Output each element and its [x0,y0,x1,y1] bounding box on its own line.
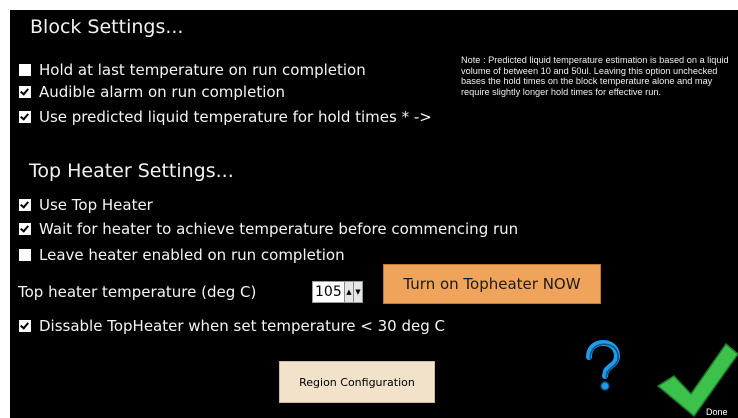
checkbox-label: Wait for heater to achieve temperature b… [39,220,519,238]
top-heater-settings-title: Top Heater Settings... [29,160,234,182]
checkbox-label: Audible alarm on run completion [39,83,286,101]
checkbox-label: Hold at last temperature on run completi… [39,61,366,79]
done-checkmark-icon[interactable] [650,336,738,418]
top-heater-temp-label: Top heater temperature (deg C) [18,283,257,301]
prediction-note: Note : Predicted liquid temperature esti… [461,55,729,97]
checkbox-box[interactable] [19,223,31,235]
use-top-heater-checkbox[interactable]: Use Top Heater [19,196,153,214]
block-settings-title: Block Settings... [30,16,184,38]
disable-topheater-checkbox[interactable]: Dissable TopHeater when set temperature … [19,317,445,335]
spin-down-icon[interactable]: ▼ [353,282,362,302]
checkbox-box[interactable] [19,249,31,261]
checkbox-label: Use Top Heater [39,196,153,214]
checkbox-box[interactable] [19,86,31,98]
predicted-liquid-temp-checkbox[interactable]: Use predicted liquid temperature for hol… [19,108,432,126]
audible-alarm-checkbox[interactable]: Audible alarm on run completion [19,83,285,101]
leave-heater-enabled-checkbox[interactable]: Leave heater enabled on run completion [19,246,345,264]
checkbox-box[interactable] [19,199,31,211]
top-heater-temp-spinner[interactable]: 105 ▲ ▼ [312,281,363,303]
top-heater-temp-value[interactable]: 105 [313,282,344,302]
region-configuration-button[interactable]: Region Configuration [279,361,435,403]
wait-for-heater-checkbox[interactable]: Wait for heater to achieve temperature b… [19,220,518,238]
checkbox-label: Use predicted liquid temperature for hol… [39,108,432,126]
question-mark-icon[interactable] [580,339,624,394]
turn-on-topheater-button[interactable]: Turn on Topheater NOW [383,264,601,304]
settings-screen: Block Settings... Hold at last temperatu… [10,10,738,418]
spin-up-icon[interactable]: ▲ [344,282,353,302]
checkbox-box[interactable] [19,111,31,123]
hold-last-temp-checkbox[interactable]: Hold at last temperature on run completi… [19,61,366,79]
checkbox-box[interactable] [19,320,31,332]
done-label: Done [706,407,728,417]
checkbox-box[interactable] [19,64,31,76]
checkbox-label: Leave heater enabled on run completion [39,246,345,264]
checkbox-label: Dissable TopHeater when set temperature … [39,317,446,335]
